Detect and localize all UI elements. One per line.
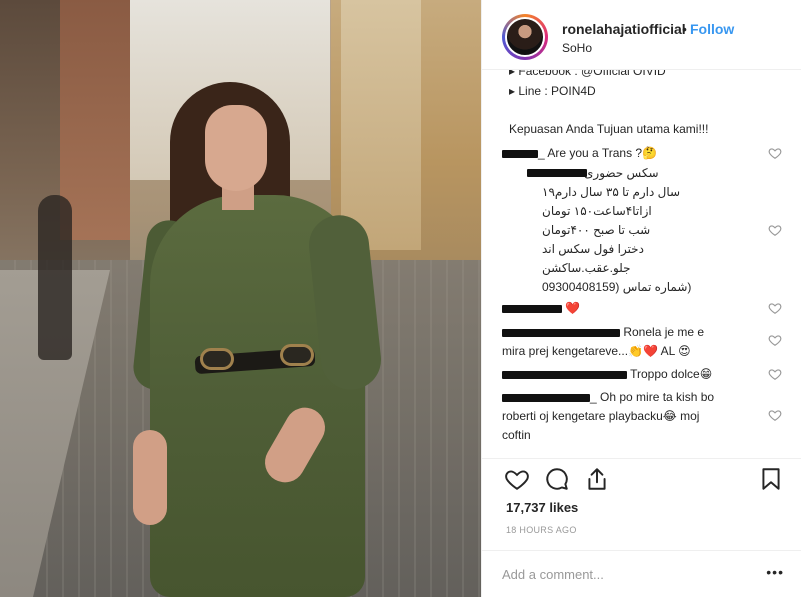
comment-item: _ Oh po mire ta kish bo roberti oj kenge… bbox=[502, 388, 772, 445]
caption-line-contact: ▸ Line : POIN4D bbox=[509, 84, 596, 98]
comment-text-cont: coftin bbox=[502, 428, 531, 442]
more-options-icon[interactable]: ••• bbox=[766, 564, 784, 580]
comment-line: (شماره تماس (09300408159 bbox=[542, 280, 692, 294]
share-icon[interactable] bbox=[584, 466, 610, 492]
separator-dot: • bbox=[682, 21, 687, 37]
avatar[interactable] bbox=[505, 17, 545, 57]
comment-item: Troppo dolce😁 bbox=[502, 365, 772, 384]
comment-emoji: 😁 bbox=[699, 367, 713, 381]
comment-emoji: 😂 bbox=[662, 409, 677, 423]
redacted-username bbox=[502, 370, 627, 379]
heart-icon[interactable] bbox=[768, 223, 782, 237]
redacted-username bbox=[502, 328, 620, 337]
post-timestamp: 18 HOURS AGO bbox=[506, 525, 577, 535]
photo-buckle-right bbox=[280, 344, 314, 366]
comment-emoji: 👏❤️ AL 😍 bbox=[628, 344, 691, 358]
comment-line: جلو.عقب.ساکشن bbox=[542, 261, 631, 275]
add-comment-input[interactable] bbox=[502, 563, 752, 585]
comment-icon[interactable] bbox=[544, 466, 570, 492]
comment-item: Ronela je me e mira prej kengetareve...👏… bbox=[502, 323, 772, 361]
caption-message: Kepuasan Anda Tujuan utama kami!!! bbox=[509, 122, 709, 136]
redacted-username bbox=[527, 169, 587, 177]
username-link[interactable]: ronelahajatiofficial bbox=[562, 21, 686, 37]
post-header: ronelahajatiofficial • Follow SoHo bbox=[482, 0, 801, 70]
comments-list[interactable]: ▸ Facebook : @Official OIVID ▸ Line : PO… bbox=[482, 70, 801, 458]
comment-text: Troppo dolce bbox=[630, 367, 700, 381]
post-actions bbox=[482, 458, 801, 498]
comment-item: _ Are you a Trans ?🤔 bbox=[502, 144, 772, 163]
redacted-username bbox=[502, 149, 538, 158]
comment-text: Ronela je me e bbox=[623, 325, 705, 339]
comment-item: ❤️ bbox=[502, 299, 772, 318]
heart-icon[interactable] bbox=[768, 146, 782, 160]
follow-button[interactable]: Follow bbox=[690, 21, 734, 37]
like-heart-icon[interactable] bbox=[504, 466, 530, 492]
caption-clipped-line: ▸ Facebook : @Official OIVID bbox=[509, 70, 666, 78]
post-photo[interactable] bbox=[0, 0, 481, 597]
comment-line: سال دارم تا ۳۵ سال دارم۱۹ bbox=[542, 185, 681, 199]
comment-item: سکس حضوری ۲۶۱۳۱۱ سال دارم تا ۳۵ سال دارم… bbox=[502, 164, 772, 297]
heart-icon[interactable] bbox=[768, 333, 782, 347]
comment-line: ازاتا۴ساعت۱۵۰ تومان bbox=[542, 204, 652, 218]
post-panel: ronelahajatiofficial • Follow SoHo ▸ Fac… bbox=[481, 0, 801, 597]
comment-text-cont: roberti oj kengetare playbacku bbox=[502, 409, 663, 423]
photo-hand-left bbox=[133, 430, 167, 525]
heart-icon[interactable] bbox=[768, 367, 782, 381]
likes-count[interactable]: 17,737 likes bbox=[506, 500, 578, 515]
comment-text: Are you a Trans ? bbox=[547, 146, 643, 160]
comment-text-cont: moj bbox=[676, 409, 700, 423]
location-link[interactable]: SoHo bbox=[562, 41, 592, 55]
redacted-username bbox=[502, 393, 590, 402]
comment-text-cont: mira prej kengetareve... bbox=[502, 344, 629, 358]
comment-line: شب تا صبح ۴۰۰تومان bbox=[542, 223, 651, 237]
photo-face bbox=[205, 105, 267, 191]
heart-icon[interactable] bbox=[768, 408, 782, 422]
add-comment-bar: ••• bbox=[482, 550, 801, 597]
comment-emoji: ❤️ bbox=[565, 301, 581, 315]
redacted-username bbox=[502, 304, 562, 313]
photo-passerby bbox=[38, 195, 72, 360]
comment-text: _ Oh po mire ta kish bo bbox=[590, 390, 715, 404]
comment-line: دخترا فول سکس اند bbox=[542, 242, 644, 256]
comment-emoji: 🤔 bbox=[642, 146, 658, 160]
bookmark-icon[interactable] bbox=[758, 466, 784, 492]
heart-icon[interactable] bbox=[768, 301, 782, 315]
photo-buckle-left bbox=[200, 348, 234, 370]
photo-building-right-2 bbox=[341, 0, 421, 250]
